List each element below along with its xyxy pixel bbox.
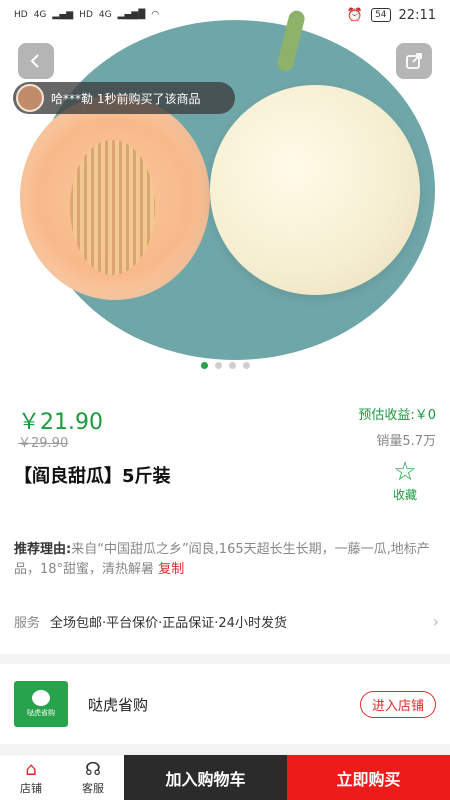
back-button[interactable] (18, 43, 54, 79)
star-icon: ☆ (393, 457, 417, 487)
shop-tab-label: 店铺 (20, 781, 42, 795)
signal-icon: ▂▄▆ (52, 10, 74, 20)
battery-icon: 54 (371, 8, 391, 22)
alarm-icon: ⏰ (346, 7, 364, 23)
shop-logo-text: 哒虎省购 (27, 709, 55, 717)
shop-tab[interactable]: ⌂ 店铺 (0, 755, 62, 800)
sales-count: 销量5.7万 (376, 434, 436, 449)
signal-icon-2: ▂▄▆█ (117, 10, 146, 20)
status-bar: HD 4G ▂▄▆ HD 4G ▂▄▆█ ◠ ⏰ 54 22:11 (0, 0, 450, 30)
hd-label-2: HD (79, 10, 93, 20)
favorite-label: 收藏 (392, 488, 417, 502)
carousel-dots (0, 362, 450, 369)
product-detail-page: HD 4G ▂▄▆ HD 4G ▂▄▆█ ◠ ⏰ 54 22:11 哈***勒 … (0, 0, 450, 800)
service-tab-label: 客服 (82, 781, 104, 795)
status-right: ⏰ 54 22:11 (347, 8, 436, 23)
product-title: 【阎良甜瓜】5斤装 (14, 466, 171, 487)
carousel-dot-3[interactable] (228, 362, 236, 369)
add-to-cart-button[interactable]: 加入购物车 (124, 755, 287, 800)
carousel-dot-4[interactable] (242, 362, 250, 369)
reason-label: 推荐理由: (14, 542, 72, 557)
network-label-2: 4G (98, 10, 112, 20)
section-divider (0, 654, 450, 664)
recent-buyer-notice: 哈***勒 1秒前购买了该商品 (13, 82, 235, 114)
signal-indicators: HD 4G ▂▄▆ HD 4G ▂▄▆█ ◠ (14, 10, 159, 20)
copy-button[interactable]: 复制 (158, 562, 184, 577)
store-icon: ⌂ (25, 758, 37, 780)
chevron-left-icon (30, 54, 39, 68)
wifi-icon: ◠ (151, 10, 160, 20)
shop-row: 哒虎省购 哒虎省购 进入店铺 (0, 664, 450, 744)
clock: 22:11 (398, 7, 436, 23)
service-row[interactable]: 服务 全场包邮·平台保价·正品保证·24小时发货 › (14, 612, 439, 631)
buy-now-button[interactable]: 立即购买 (287, 755, 450, 800)
buyer-avatar (16, 84, 44, 112)
shop-logo[interactable]: 哒虎省购 (14, 681, 68, 727)
network-label: 4G (33, 10, 47, 20)
headset-icon: ☊ (85, 758, 101, 780)
product-image-carousel[interactable] (0, 0, 450, 380)
section-divider-2 (0, 744, 450, 754)
bear-icon (32, 690, 50, 706)
original-price: ￥29.90 (18, 436, 69, 451)
shop-name: 哒虎省购 (88, 695, 149, 714)
share-button[interactable] (396, 43, 432, 79)
service-items: 全场包邮·平台保价·正品保证·24小时发货 (50, 616, 287, 631)
share-icon (406, 53, 422, 69)
service-label: 服务 (14, 616, 41, 631)
carousel-dot-1[interactable] (200, 362, 208, 369)
melon-whole-image (210, 85, 420, 295)
melon-seeds (70, 140, 155, 275)
bottom-action-bar: ⌂ 店铺 ☊ 客服 加入购物车 立即购买 (0, 754, 450, 800)
reason-text: 来自“中国甜瓜之乡”阎良,165天超长生长期，一藤一瓜,地标产品，18°甜蜜，清… (14, 542, 430, 577)
chevron-right-icon: › (432, 612, 439, 631)
favorite-button[interactable]: ☆ 收藏 (383, 458, 427, 503)
hd-label: HD (14, 10, 28, 20)
carousel-dot-2[interactable] (214, 362, 222, 369)
customer-service-tab[interactable]: ☊ 客服 (62, 755, 124, 800)
buyer-notice-text: 哈***勒 1秒前购买了该商品 (51, 91, 201, 106)
recommendation-reason: 推荐理由:来自“中国甜瓜之乡”阎良,165天超长生长期，一藤一瓜,地标产品，18… (14, 540, 439, 580)
estimated-earnings: 预估收益:￥0 (358, 408, 436, 423)
enter-shop-button[interactable]: 进入店铺 (359, 690, 436, 718)
